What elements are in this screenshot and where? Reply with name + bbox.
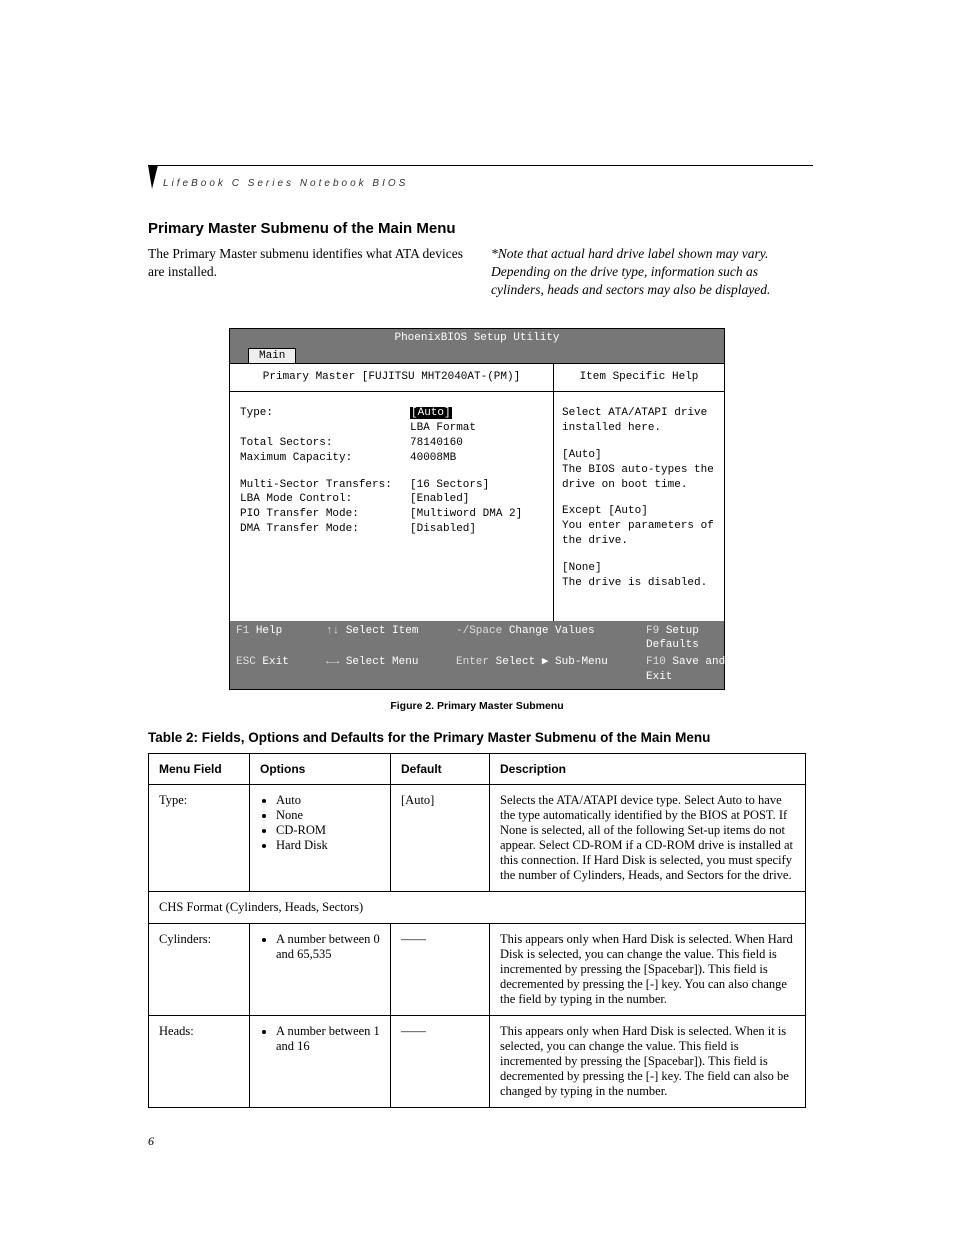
bios-screenshot: PhoenixBIOS Setup Utility Main Primary M…	[229, 328, 725, 690]
th-menu-field: Menu Field	[149, 754, 250, 785]
field-multi-sector-label: Multi-Sector Transfers:	[240, 478, 410, 493]
help-line: Select ATA/ATAPI drive installed here.	[562, 406, 716, 436]
header-rule	[148, 165, 813, 166]
intro-left: The Primary Master submenu identifies wh…	[148, 245, 463, 300]
help-line: [None]	[562, 561, 716, 576]
th-description: Description	[490, 754, 806, 785]
th-options: Options	[250, 754, 391, 785]
page-number: 6	[148, 1134, 154, 1149]
field-multi-sector-value: [16 Sectors]	[410, 478, 489, 493]
section-title: Primary Master Submenu of the Main Menu	[148, 220, 806, 237]
table-cell-default: ——	[391, 924, 490, 1016]
help-line: [Auto]	[562, 448, 716, 463]
running-head: LifeBook C Series Notebook BIOS	[163, 178, 408, 189]
table-cell-description: Selects the ATA/ATAPI device type. Selec…	[490, 785, 806, 892]
bios-title: PhoenixBIOS Setup Utility	[230, 329, 724, 348]
table-title: Table 2: Fields, Options and Defaults fo…	[148, 730, 806, 745]
table-cell-options: AutoNoneCD-ROMHard Disk	[250, 785, 391, 892]
field-dma-label: DMA Transfer Mode:	[240, 522, 410, 537]
help-line: The BIOS auto-types the drive on boot ti…	[562, 463, 716, 493]
lba-format-label: LBA Format	[410, 421, 476, 436]
field-dma-value: [Disabled]	[410, 522, 476, 537]
field-lba-mode-label: LBA Mode Control:	[240, 492, 410, 507]
table-cell-menu: Type:	[149, 785, 250, 892]
bios-footer: F1 Help ↑↓ Select Item -/Space Change Va…	[230, 621, 724, 689]
field-max-capacity-value: 40008MB	[410, 451, 456, 466]
field-type-value: [Auto]	[410, 407, 452, 419]
table-cell-default: [Auto]	[391, 785, 490, 892]
table-cell-menu: Heads:	[149, 1016, 250, 1108]
table-cell-options: A number between 0 and 65,535	[250, 924, 391, 1016]
intro-right: *Note that actual hard drive label shown…	[491, 245, 806, 300]
bios-tab-bar: Main	[230, 348, 724, 364]
help-line: Except [Auto]	[562, 504, 716, 519]
field-pio-label: PIO Transfer Mode:	[240, 507, 410, 522]
figure-caption: Figure 2. Primary Master Submenu	[148, 700, 806, 712]
field-total-sectors-value: 78140160	[410, 436, 463, 451]
table-cell-menu: Cylinders:	[149, 924, 250, 1016]
help-line: You enter parameters of the drive.	[562, 519, 716, 549]
table-cell-description: This appears only when Hard Disk is sele…	[490, 924, 806, 1016]
bios-right-header: Item Specific Help	[554, 364, 724, 392]
table-cell-description: This appears only when Hard Disk is sele…	[490, 1016, 806, 1108]
bios-tab-main: Main	[248, 348, 296, 364]
header-triangle-icon	[148, 165, 158, 189]
field-pio-value: [Multiword DMA 2]	[410, 507, 522, 522]
th-default: Default	[391, 754, 490, 785]
table-cell-options: A number between 1 and 16	[250, 1016, 391, 1108]
field-lba-mode-value: [Enabled]	[410, 492, 469, 507]
field-total-sectors-label: Total Sectors:	[240, 436, 410, 451]
table-section-row: CHS Format (Cylinders, Heads, Sectors)	[149, 892, 806, 924]
help-line: The drive is disabled.	[562, 576, 716, 591]
field-max-capacity-label: Maximum Capacity:	[240, 451, 410, 466]
bios-left-header: Primary Master [FUJITSU MHT2040AT-(PM)]	[230, 364, 553, 392]
fields-table: Menu Field Options Default Description T…	[148, 753, 806, 1108]
table-cell-default: ——	[391, 1016, 490, 1108]
field-type-label: Type:	[240, 406, 410, 421]
